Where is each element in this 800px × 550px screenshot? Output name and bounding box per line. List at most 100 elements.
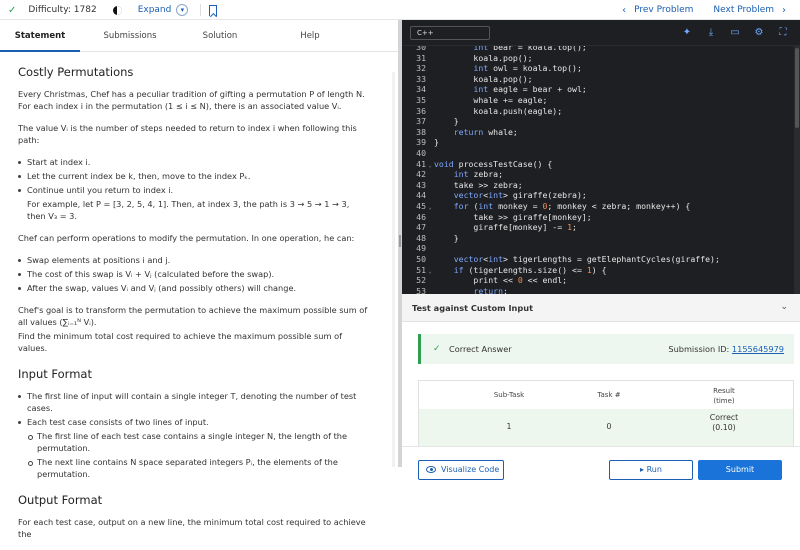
gear-icon[interactable]: ⚙ (752, 26, 766, 40)
submission-id-link[interactable]: 1155645979 (732, 344, 784, 354)
code-text: vector<int> tigerLengths = getElephantCy… (453, 254, 720, 264)
code-line[interactable]: 44 vector<int> giraffe(zebra); (402, 190, 800, 201)
expand-label: Expand (137, 5, 172, 15)
code-line[interactable]: 40 (402, 148, 800, 159)
column-header-subtask: Sub-Task (493, 391, 525, 399)
chevron-down-icon: ▾ (176, 4, 189, 16)
code-line[interactable]: 41 ⌄ void processTestCase() { (402, 159, 800, 170)
column-header-result: Result (time) (689, 381, 759, 409)
code-line[interactable]: 43 take >> zebra; (402, 180, 800, 191)
code-line[interactable]: 52 print << 0 << endl; (402, 275, 800, 286)
language-select[interactable]: C++ (410, 26, 490, 40)
list-item: Swap elements at positions i and j. (18, 254, 370, 266)
code-line[interactable]: 34 int eagle = bear + owl; (402, 84, 800, 95)
divider (200, 4, 202, 16)
eye-icon (426, 466, 436, 473)
line-number: 45 (416, 201, 426, 211)
download-icon[interactable]: ⤓ (704, 26, 718, 40)
results-table: Sub-Task Task # Result (time) 1 0 Correc… (418, 380, 794, 446)
line-number: 44 (416, 190, 426, 201)
column-header-result-sub: (time) (713, 397, 735, 405)
code-scrollbar[interactable] (794, 46, 800, 294)
submit-button[interactable]: Submit (698, 460, 782, 480)
code-line[interactable]: 45 ⌄ for (int monkey = 0; monkey < zebra;… (402, 201, 800, 212)
code-line[interactable]: 42 int zebra; (402, 169, 800, 180)
line-number: 40 (416, 148, 426, 158)
code-text: void processTestCase() { (434, 158, 553, 169)
code-line[interactable]: 31 koala.pop(); (402, 53, 800, 64)
code-editor[interactable]: 30 int bear = koala.top(); 31 koala.pop()… (402, 46, 800, 294)
code-line[interactable]: 50 vector<int> tigerLengths = getElephan… (402, 254, 800, 265)
problem-tabs: Statement Submissions Solution Help (0, 20, 398, 52)
chat-icon[interactable]: ▭ (728, 26, 742, 40)
tab-solution[interactable]: Solution (180, 20, 260, 52)
output-format-title: Output Format (18, 493, 103, 507)
code-line[interactable]: 53 return; (402, 286, 800, 294)
code-line[interactable]: 35 whale += eagle; (402, 95, 800, 106)
check-icon: ✓ (433, 344, 441, 354)
code-text: } (434, 116, 459, 127)
statement-paragraph: Every Christmas, Chef has a peculiar tra… (18, 89, 365, 111)
line-number: 49 (416, 243, 426, 254)
run-button[interactable]: ▸ Run (609, 460, 693, 480)
code-line[interactable]: 39} (402, 137, 800, 148)
code-text: whale += eagle; (434, 95, 548, 105)
submission-id: Submission ID: 1155645979 (668, 344, 784, 354)
expand-button[interactable]: Expand ▾ (138, 4, 189, 16)
line-number: 53 (416, 285, 426, 294)
chevron-down-icon[interactable]: ⌄ (780, 302, 788, 312)
statement-paragraph: Chef can perform operations to modify th… (18, 233, 355, 243)
tab-help[interactable]: Help (270, 20, 350, 52)
statement-paragraph: Find the minimum total cost required to … (18, 331, 342, 353)
line-number: 48 (416, 232, 426, 243)
cell-result-time: (0.10) (712, 423, 736, 432)
cell-task: 0 (606, 422, 612, 431)
magic-wand-icon[interactable]: ✦ (680, 26, 694, 40)
problem-nav: ‹ Prev Problem Next Problem › (622, 2, 786, 18)
code-line[interactable]: 32 int owl = koala.top(); (402, 63, 800, 74)
moon-icon[interactable] (112, 5, 122, 15)
code-line[interactable]: 36 koala.push(eagle); (402, 106, 800, 117)
chevron-left-icon[interactable]: ‹ (622, 5, 626, 16)
status-text: Correct Answer (449, 344, 512, 354)
editor-icons: ✦ ⤓ ▭ ⚙ ⛶ (670, 26, 790, 40)
chevron-right-icon[interactable]: › (782, 5, 786, 16)
statement-paragraph: The value Vᵢ is the number of steps need… (18, 123, 357, 145)
list-item: The next line contains N space separated… (28, 456, 370, 480)
line-number: 47 (416, 222, 426, 233)
visualize-code-button[interactable]: Visualize Code (418, 460, 504, 480)
code-text: take >> giraffe[monkey]; (434, 211, 592, 222)
tab-submissions[interactable]: Submissions (90, 20, 170, 52)
run-label: Run (646, 465, 662, 474)
code-line[interactable]: 38 return whale; (402, 127, 800, 138)
bookmark-icon[interactable] (209, 4, 218, 16)
code-line[interactable]: 48 } (402, 233, 800, 244)
code-line[interactable]: 46 take >> giraffe[monkey]; (402, 212, 800, 223)
next-problem-link[interactable]: Next Problem (713, 5, 774, 15)
code-line[interactable]: 51 ⌄ if (tigerLengths.size() <= 1) { (402, 265, 800, 276)
editor-pane: C++ ✦ ⤓ ▭ ⚙ ⛶ 30 int bear = koala.top();… (402, 20, 800, 487)
code-line[interactable]: 30 int bear = koala.top(); (402, 46, 800, 53)
play-icon: ▸ (640, 465, 645, 474)
check-icon: ✓ (8, 4, 17, 16)
code-text: int eagle = bear + owl; (473, 84, 587, 95)
code-line[interactable]: 37 } (402, 116, 800, 127)
code-line[interactable]: 47 giraffe[monkey] -= 1; (402, 222, 800, 233)
code-text: koala.pop(); (434, 52, 533, 63)
line-number: 52 (416, 275, 426, 286)
code-text: for (int monkey = 0; monkey < zebra; mon… (453, 201, 691, 211)
test-results: ✓ Correct Answer Submission ID: 11556459… (402, 322, 800, 446)
steps-list: Start at index i. Let the current index … (18, 156, 370, 222)
code-line[interactable]: 49 (402, 243, 800, 254)
test-panel-header[interactable]: Test against Custom Input ⌄ (402, 294, 800, 322)
line-number: 41 (416, 158, 426, 169)
problem-scrollbar[interactable] (392, 72, 395, 467)
line-number: 36 (416, 105, 426, 116)
fullscreen-icon[interactable]: ⛶ (776, 26, 790, 40)
input-sub-list: The first line of each test case contain… (28, 430, 370, 480)
prev-problem-link[interactable]: Prev Problem (634, 5, 693, 15)
tab-statement[interactable]: Statement (0, 20, 80, 52)
list-item: Start at index i. (18, 156, 370, 168)
input-format-title: Input Format (18, 367, 92, 381)
code-line[interactable]: 33 koala.pop(); (402, 74, 800, 85)
